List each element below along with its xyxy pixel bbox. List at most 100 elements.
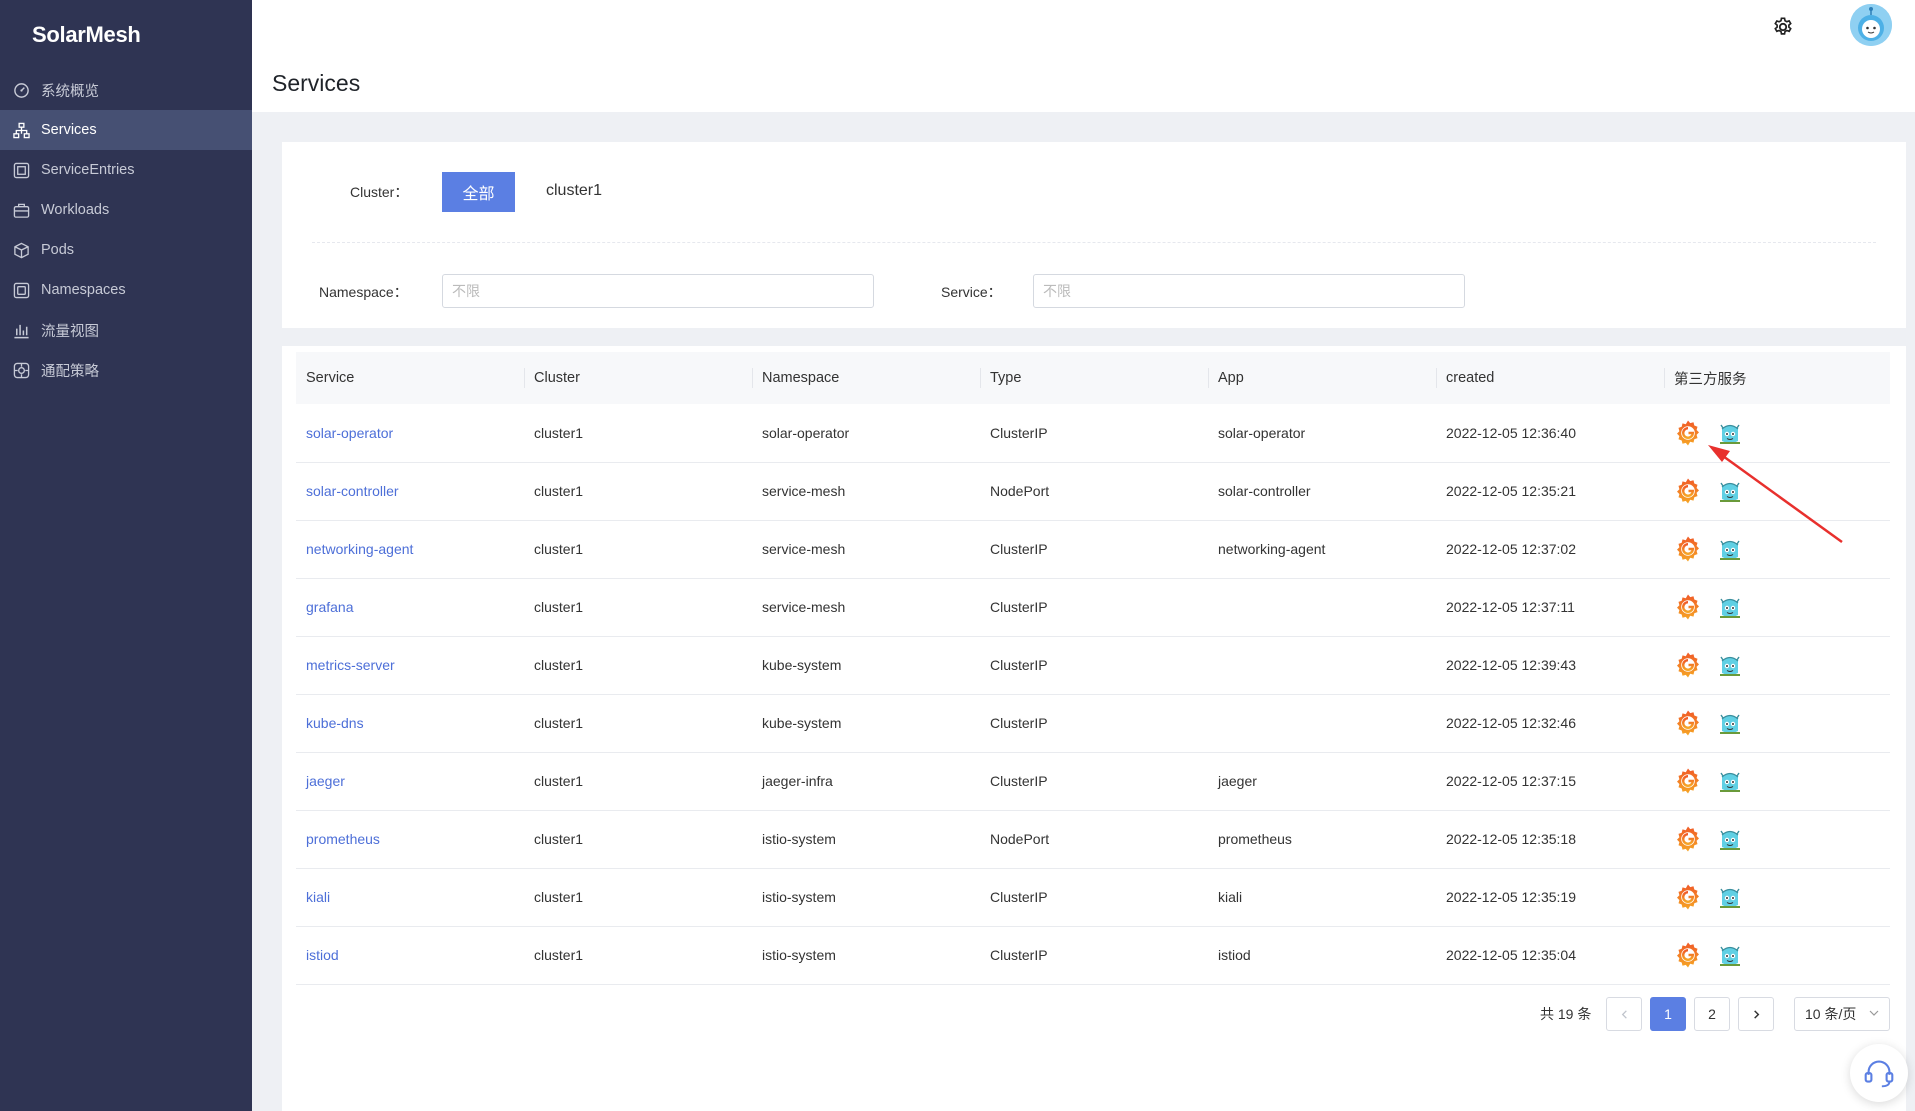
namespace-label: Namespace： [319,284,408,300]
page-size-select[interactable]: 10 条/页 [1794,997,1890,1031]
sidebar-item-pods[interactable]: Pods [0,230,252,270]
service-link[interactable]: metrics-server [296,636,524,695]
cell-app: solar-controller [1208,462,1436,521]
cell-type: ClusterIP [980,752,1208,811]
grafana-icon[interactable] [1674,419,1702,447]
cell-type: ClusterIP [980,926,1208,985]
jaeger-icon[interactable] [1716,941,1744,969]
sidebar-item-services[interactable]: Services [0,110,252,150]
grafana-icon[interactable] [1674,535,1702,563]
column-header: Type [980,352,1208,404]
jaeger-icon[interactable] [1716,593,1744,621]
jaeger-icon[interactable] [1716,767,1744,795]
namespace-input[interactable] [442,274,874,308]
cell-cluster: cluster1 [524,636,752,695]
jaeger-icon[interactable] [1716,709,1744,737]
sidebar-item-item-0[interactable]: 系统概览 [0,70,252,110]
table-body: solar-operator cluster1 solar-operator Clus… [296,404,1890,985]
chevron-right-icon [1753,1009,1759,1019]
table-row: solar-controller cluster1 service-mesh Node… [296,462,1890,521]
cell-cluster: cluster1 [524,520,752,579]
cell-namespace: service-mesh [752,462,980,521]
cluster-option-cluster1[interactable]: cluster1 [546,182,602,200]
sidebar-item-label: Workloads [41,202,110,218]
grafana-icon[interactable] [1674,825,1702,853]
cell-third-party [1664,694,1890,753]
cell-third-party [1664,520,1890,579]
cell-third-party [1664,462,1890,521]
sidebar-item-label: 系统概览 [41,83,99,100]
pagination-page-2[interactable]: 2 [1694,997,1730,1031]
pagination-prev-button[interactable] [1606,997,1642,1031]
services-table: Service Cluster Namespace Type App created 第三方… [296,352,1890,985]
sidebar-item-label: Services [41,122,97,138]
cell-app [1208,636,1436,695]
page-title: Services [272,70,361,96]
grafana-icon[interactable] [1674,883,1702,911]
jaeger-icon[interactable] [1716,651,1744,679]
service-link[interactable]: solar-operator [296,404,524,463]
column-header: Namespace [752,352,980,404]
grafana-icon[interactable] [1674,941,1702,969]
cell-app: kiali [1208,868,1436,927]
service-link[interactable]: kube-dns [296,694,524,753]
table-row: prometheus cluster1 istio-system NodePort pr… [296,810,1890,869]
column-header: 第三方服务 [1664,352,1890,404]
table-row: kiali cluster1 istio-system ClusterIP kiali 2… [296,868,1890,927]
cell-third-party [1664,752,1890,811]
cell-cluster: cluster1 [524,694,752,753]
cell-type: ClusterIP [980,694,1208,753]
service-link[interactable]: kiali [296,868,524,927]
jaeger-icon[interactable] [1716,825,1744,853]
cell-created: 2022-12-05 12:35:18 [1436,810,1664,869]
grafana-icon[interactable] [1674,651,1702,679]
service-link[interactable]: istiod [296,926,524,985]
sidebar-item-workloads[interactable]: Workloads [0,190,252,230]
filter-divider [312,242,1876,243]
cell-cluster: cluster1 [524,752,752,811]
avatar[interactable] [1850,4,1892,46]
cell-namespace: jaeger-infra [752,752,980,811]
service-link[interactable]: grafana [296,578,524,637]
gear-icon[interactable] [1772,16,1794,38]
grafana-icon[interactable] [1674,767,1702,795]
jaeger-icon[interactable] [1716,419,1744,447]
cell-app: networking-agent [1208,520,1436,579]
cell-created: 2022-12-05 12:37:02 [1436,520,1664,579]
sidebar-item-namespaces[interactable]: Namespaces [0,270,252,310]
service-link[interactable]: prometheus [296,810,524,869]
grafana-icon[interactable] [1674,709,1702,737]
services-table-card: Service Cluster Namespace Type App created 第三方… [282,346,1906,1111]
pagination-page-1[interactable]: 1 [1650,997,1686,1031]
sidebar-item-serviceentries[interactable]: ServiceEntries [0,150,252,190]
cell-third-party [1664,578,1890,637]
jaeger-icon[interactable] [1716,535,1744,563]
sidebar-item-item-7[interactable]: 通配策略 [0,350,252,390]
cell-app: prometheus [1208,810,1436,869]
cell-cluster: cluster1 [524,868,752,927]
service-link[interactable]: jaeger [296,752,524,811]
cell-app [1208,578,1436,637]
cell-third-party [1664,926,1890,985]
policy-icon [12,361,30,379]
service-link[interactable]: networking-agent [296,520,524,579]
customer-support-button[interactable] [1850,1044,1908,1102]
cell-app: jaeger [1208,752,1436,811]
entry-icon [12,161,30,179]
pagination-next-button[interactable] [1738,997,1774,1031]
service-link[interactable]: solar-controller [296,462,524,521]
table-row: jaeger cluster1 jaeger-infra ClusterIP jaege… [296,752,1890,811]
table-row: solar-operator cluster1 solar-operator Clus… [296,404,1890,463]
service-input[interactable] [1033,274,1465,308]
cell-third-party [1664,636,1890,695]
jaeger-icon[interactable] [1716,477,1744,505]
sidebar-item-item-6[interactable]: 流量视图 [0,310,252,350]
dashboard-icon [12,81,30,99]
cluster-all-button[interactable]: 全部 [442,172,515,212]
jaeger-icon[interactable] [1716,883,1744,911]
table-row: metrics-server cluster1 kube-system Cluster… [296,636,1890,695]
cube-icon [12,241,30,259]
grafana-icon[interactable] [1674,593,1702,621]
cell-type: NodePort [980,810,1208,869]
grafana-icon[interactable] [1674,477,1702,505]
